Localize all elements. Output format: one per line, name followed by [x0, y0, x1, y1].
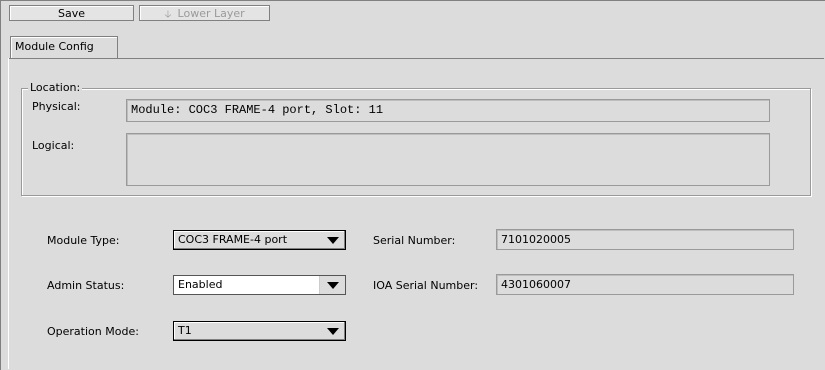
chevron-down-icon	[327, 328, 339, 335]
tab-module-config[interactable]: Module Config	[10, 36, 118, 58]
lower-layer-label: Lower Layer	[177, 7, 245, 20]
operation-mode-label: Operation Mode:	[47, 325, 139, 338]
logical-label: Logical:	[32, 139, 75, 152]
module-type-dropdown[interactable]: COC3 FRAME-4 port	[173, 230, 346, 250]
save-button[interactable]: Save	[9, 5, 134, 21]
lower-layer-button[interactable]: 🡣 Lower Layer	[139, 5, 270, 21]
serial-number-label: Serial Number:	[373, 234, 456, 247]
admin-status-dropdown[interactable]: Enabled	[173, 275, 346, 295]
chevron-down-icon	[327, 237, 339, 244]
logical-field	[126, 133, 770, 186]
module-type-label: Module Type:	[47, 234, 120, 247]
ioa-serial-number-field: 4301060007	[496, 274, 794, 295]
admin-status-value: Enabled	[178, 278, 223, 291]
ioa-serial-number-label: IOA Serial Number:	[373, 279, 479, 292]
module-type-value: COC3 FRAME-4 port	[178, 233, 288, 246]
admin-status-label: Admin Status:	[47, 279, 125, 292]
physical-field: Module: COC3 FRAME-4 port, Slot: 11	[126, 99, 770, 122]
chevron-down-icon	[327, 282, 339, 289]
down-arrow-icon: 🡣	[164, 9, 172, 20]
operation-mode-value: T1	[178, 324, 192, 337]
module-config-panel: Location: Physical: Module: COC3 FRAME-4…	[8, 58, 822, 369]
location-legend: Location:	[28, 81, 83, 94]
operation-mode-dropdown[interactable]: T1	[173, 321, 346, 341]
physical-label: Physical:	[32, 100, 81, 113]
tab-bar: Module Config	[8, 33, 824, 59]
serial-number-field: 7101020005	[496, 229, 794, 250]
